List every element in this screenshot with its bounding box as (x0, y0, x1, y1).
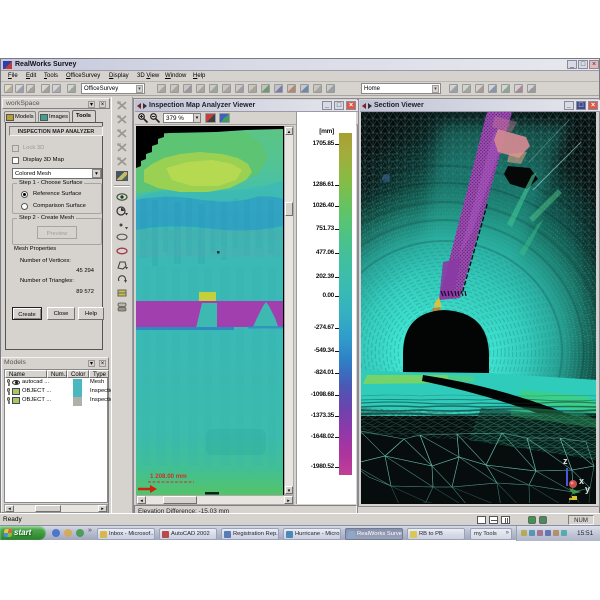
svg-text:x: x (579, 476, 584, 486)
svg-text:z: z (563, 456, 568, 466)
svg-text:1 208.00 mm: 1 208.00 mm (150, 473, 187, 480)
svg-text:y: y (585, 484, 590, 494)
